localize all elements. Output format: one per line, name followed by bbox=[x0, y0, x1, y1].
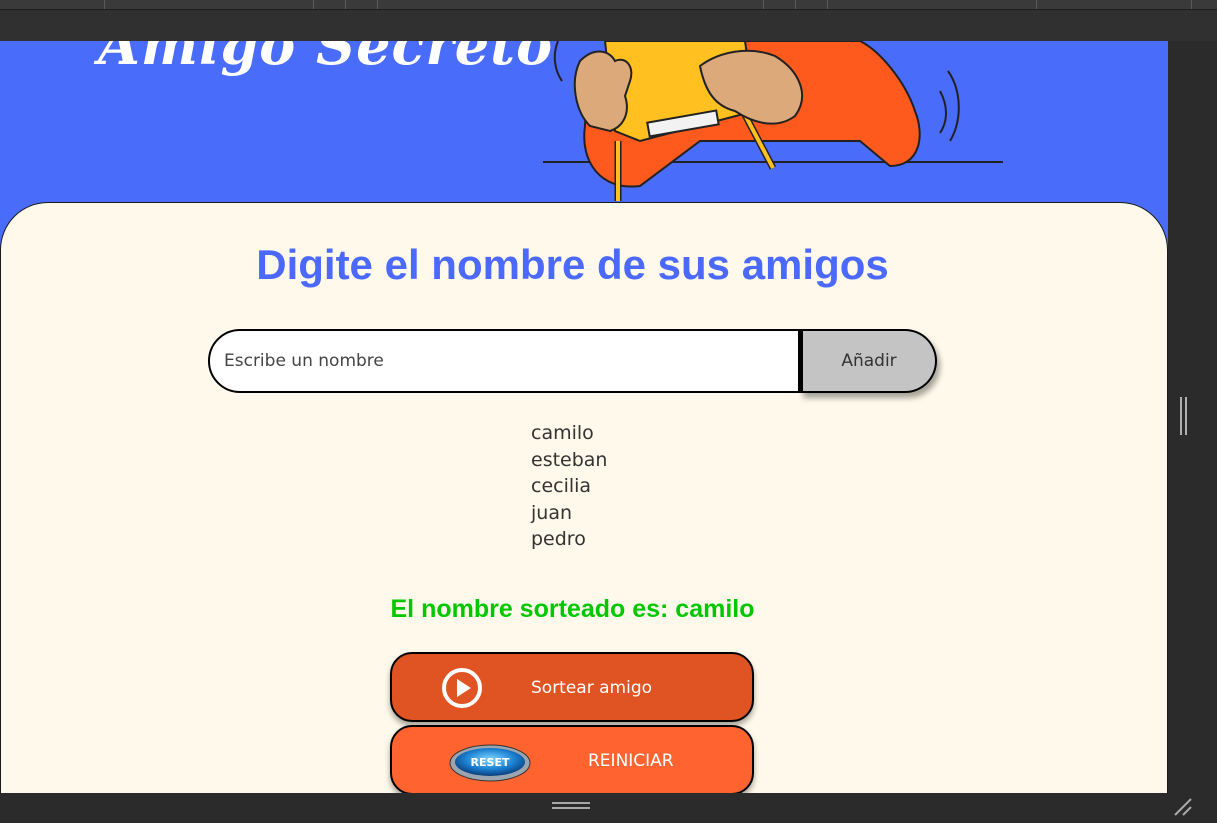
add-friend-button[interactable]: Añadir bbox=[800, 329, 937, 393]
hero-title: Amigo Secreto bbox=[98, 41, 554, 77]
reset-button[interactable]: RESET REINICIAR bbox=[390, 725, 754, 793]
hero-illustration bbox=[543, 41, 1003, 201]
page-viewport: Amigo Secreto Digite el nombre de sus am… bbox=[0, 41, 1168, 793]
list-item: esteban bbox=[531, 448, 608, 471]
list-item: juan bbox=[531, 501, 573, 524]
card-heading: Digite el nombre de sus amigos bbox=[256, 241, 889, 288]
draw-friend-button[interactable]: Sortear amigo bbox=[390, 652, 754, 722]
toolbar-gap bbox=[0, 10, 1217, 41]
name-input[interactable] bbox=[208, 329, 800, 393]
friend-list: camilo esteban cecilia juan pedro bbox=[531, 420, 607, 553]
divider bbox=[1191, 0, 1192, 9]
vertical-scroll-area bbox=[1168, 41, 1217, 793]
divider bbox=[763, 0, 764, 9]
drawer-grip[interactable] bbox=[552, 802, 590, 804]
list-item: camilo bbox=[531, 422, 594, 444]
divider bbox=[313, 0, 314, 9]
name-input-row: Añadir bbox=[208, 329, 938, 393]
draw-button-label: Sortear amigo bbox=[531, 678, 653, 698]
svg-text:RESET: RESET bbox=[471, 756, 510, 769]
reset-button-label: REINICIAR bbox=[588, 751, 674, 771]
pane-resize-handle[interactable] bbox=[1185, 397, 1187, 435]
resize-grip-icon[interactable] bbox=[1172, 797, 1194, 817]
divider bbox=[795, 0, 796, 9]
divider bbox=[377, 0, 378, 9]
draw-result: El nombre sorteado es: camilo bbox=[390, 595, 755, 623]
divider bbox=[1036, 0, 1037, 9]
drawer-grip[interactable] bbox=[552, 807, 590, 809]
bottom-bar bbox=[0, 793, 1217, 823]
list-item: cecilia bbox=[531, 475, 592, 498]
reset-badge-icon: RESET bbox=[449, 744, 531, 782]
divider bbox=[104, 0, 105, 9]
devtools-top-strip bbox=[0, 0, 1217, 10]
list-item: pedro bbox=[531, 528, 586, 551]
divider bbox=[827, 0, 828, 9]
pane-resize-handle[interactable] bbox=[1180, 397, 1182, 435]
friends-card: Digite el nombre de sus amigos Añadir ca… bbox=[0, 202, 1168, 793]
play-circle-icon bbox=[442, 668, 482, 708]
divider bbox=[345, 0, 346, 9]
